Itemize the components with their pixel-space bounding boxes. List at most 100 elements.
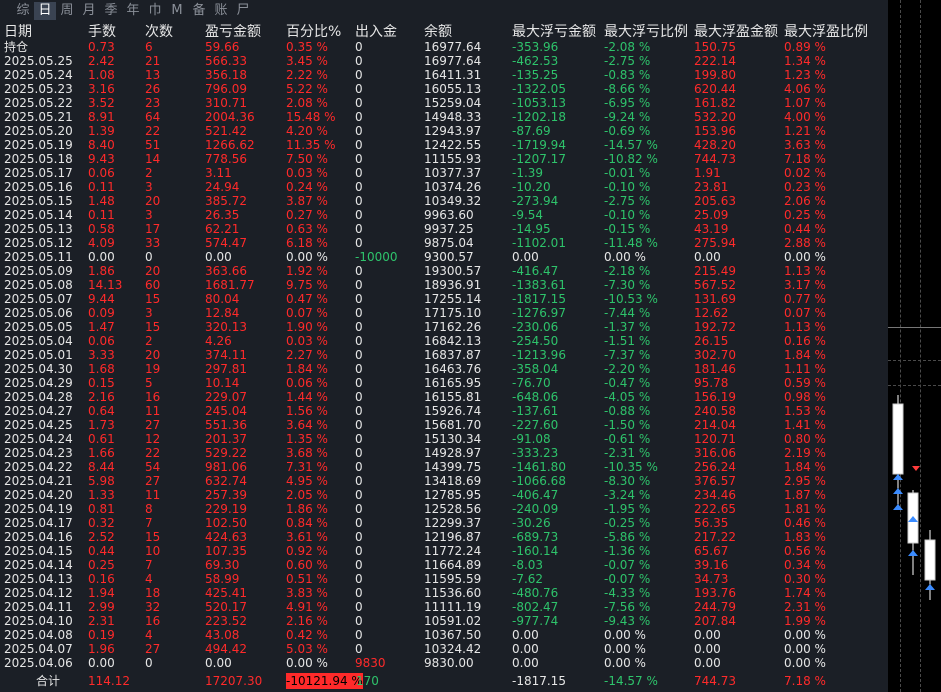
cell-lots: 1.39 [88, 124, 115, 138]
tab-0[interactable]: 综 [12, 2, 34, 20]
table-row[interactable]: 2025.05.04 0.06 2 4.26 0.03 % 0 16842.13 -254.5… [0, 334, 888, 348]
cell-max-loss-pct: -0.15 % [604, 222, 651, 236]
table-row[interactable]: 2025.05.13 0.58 17 62.21 0.63 % 0 9937.25 -14.9… [0, 222, 888, 236]
tab-3[interactable]: 月 [78, 2, 100, 20]
cell-percent: 2.22 % [286, 68, 328, 82]
tab-6[interactable]: 巾 [144, 2, 166, 20]
table-row[interactable]: 2025.04.28 2.16 16 229.07 1.44 % 0 16155.81 -64… [0, 390, 888, 404]
cell-date: 2025.05.23 [4, 82, 73, 96]
table-row[interactable]: 2025.04.24 0.61 12 201.37 1.35 % 0 15130.34 -91… [0, 432, 888, 446]
tab-5[interactable]: 年 [122, 2, 144, 20]
table-row[interactable]: 2025.04.30 1.68 19 297.81 1.84 % 0 16463.76 -35… [0, 362, 888, 376]
cell-max-loss: -648.06 [512, 390, 559, 404]
cell-profit: 0.00 [205, 656, 232, 670]
header-date[interactable]: 日期 [4, 24, 88, 40]
cell-percent: 3.45 % [286, 54, 328, 68]
header-max-loss-pct[interactable]: 最大浮亏比例 [604, 24, 694, 40]
table-row[interactable]: 2025.05.22 3.52 23 310.71 2.08 % 0 15259.04 -10… [0, 96, 888, 110]
cell-lots: 2.16 [88, 390, 115, 404]
table-row[interactable]: 2025.04.08 0.19 4 43.08 0.42 % 0 10367.50 0.00 0… [0, 628, 888, 642]
table-row[interactable]: 2025.04.11 2.99 32 520.17 4.91 % 0 11111.19 -80… [0, 600, 888, 614]
cell-deposit: 0 [355, 474, 363, 488]
table-row[interactable]: 2025.04.22 8.44 54 981.06 7.31 % 0 14399.75 -14… [0, 460, 888, 474]
cell-max-loss: -135.25 [512, 68, 559, 82]
table-row[interactable]: 2025.05.21 8.91 64 2004.36 15.48 % 0 14948.33 -… [0, 110, 888, 124]
cell-count: 4 [145, 628, 153, 642]
cell-max-profit: 131.69 [694, 292, 736, 306]
table-row[interactable]: 2025.04.15 0.44 10 107.35 0.92 % 0 11772.24 -16… [0, 544, 888, 558]
cell-lots: 0.06 [88, 334, 115, 348]
table-row[interactable]: 2025.04.20 1.33 11 257.39 2.05 % 0 12785.95 -40… [0, 488, 888, 502]
cell-balance: 16837.87 [424, 348, 482, 362]
table-row[interactable]: 2025.05.17 0.06 2 3.11 0.03 % 0 10377.37 -1.39 -… [0, 166, 888, 180]
table-row[interactable]: 2025.04.07 1.96 27 494.42 5.03 % 0 10324.42 0.0… [0, 642, 888, 656]
table-row[interactable]: 2025.04.21 5.98 27 632.74 4.95 % 0 13418.69 -10… [0, 474, 888, 488]
tab-9[interactable]: 账 [210, 2, 232, 20]
header-deposit[interactable]: 出入金 [355, 24, 424, 40]
table-row[interactable]: 2025.04.10 2.31 16 223.52 2.16 % 0 10591.02 -97… [0, 614, 888, 628]
cell-deposit: 0 [355, 362, 363, 376]
cell-max-loss-pct: -1.36 % [604, 544, 651, 558]
tab-7[interactable]: M [166, 2, 188, 20]
cell-max-profit-pct: 0.00 % [784, 642, 826, 656]
header-lots[interactable]: 手数 [88, 24, 145, 40]
table-row[interactable]: 2025.05.12 4.09 33 574.47 6.18 % 0 9875.04 -110… [0, 236, 888, 250]
table-row[interactable]: 2025.05.19 8.40 51 1266.62 11.35 % 0 12422.55 -… [0, 138, 888, 152]
cell-max-profit: 207.84 [694, 614, 736, 628]
cell-deposit: 0 [355, 82, 363, 96]
table-row[interactable]: 2025.05.23 3.16 26 796.09 5.22 % 0 16055.13 -13… [0, 82, 888, 96]
header-count[interactable]: 次数 [145, 24, 205, 40]
cell-max-loss-pct: -2.08 % [604, 40, 651, 54]
tab-1[interactable]: 日 [34, 2, 56, 20]
cell-date: 2025.05.18 [4, 152, 73, 166]
table-row[interactable]: 2025.05.18 9.43 14 778.56 7.50 % 0 11155.93 -12… [0, 152, 888, 166]
table-row[interactable]: 持仓 0.73 6 59.66 0.35 % 0 16977.64 -353.96 -2.08 … [0, 40, 888, 54]
cell-max-loss-pct: -7.30 % [604, 278, 651, 292]
cell-deposit: 0 [355, 236, 363, 250]
cell-deposit: 0 [355, 600, 363, 614]
table-row[interactable]: 2025.04.19 0.81 8 229.19 1.86 % 0 12528.56 -240… [0, 502, 888, 516]
table-row[interactable]: 2025.04.29 0.15 5 10.14 0.06 % 0 16165.95 -76.7… [0, 376, 888, 390]
table-row[interactable]: 2025.04.23 1.66 22 529.22 3.68 % 0 14928.97 -33… [0, 446, 888, 460]
table-row[interactable]: 2025.05.08 14.13 60 1681.77 9.75 % 0 18936.91 -… [0, 278, 888, 292]
table-row[interactable]: 2025.04.17 0.32 7 102.50 0.84 % 0 12299.37 -30.… [0, 516, 888, 530]
header-profit[interactable]: 盈亏金额 [205, 24, 286, 40]
candlestick-chart [892, 395, 936, 600]
table-row[interactable]: 2025.05.11 0.00 0 0.00 0.00 % -10000 9300.57 0.… [0, 250, 888, 264]
cell-max-loss-pct: -1.50 % [604, 418, 651, 432]
cell-max-profit: 214.04 [694, 418, 736, 432]
header-percent[interactable]: 百分比% [286, 24, 355, 40]
table-row[interactable]: 2025.05.06 0.09 3 12.84 0.07 % 0 17175.10 -1276… [0, 306, 888, 320]
table-row[interactable]: 2025.05.05 1.47 15 320.13 1.90 % 0 17162.26 -23… [0, 320, 888, 334]
table-row[interactable]: 2025.05.15 1.48 20 385.72 3.87 % 0 10349.32 -27… [0, 194, 888, 208]
table-row[interactable]: 2025.04.14 0.25 7 69.30 0.60 % 0 11664.89 -8.03… [0, 558, 888, 572]
table-row[interactable]: 2025.05.20 1.39 22 521.42 4.20 % 0 12943.97 -87… [0, 124, 888, 138]
table-row[interactable]: 2025.05.07 9.44 15 80.04 0.47 % 0 17255.14 -181… [0, 292, 888, 306]
table-row[interactable]: 2025.05.14 0.11 3 26.35 0.27 % 0 9963.60 -9.54 -… [0, 208, 888, 222]
table-row[interactable]: 2025.04.12 1.94 18 425.41 3.83 % 0 11536.60 -48… [0, 586, 888, 600]
table-row[interactable]: 2025.04.16 2.52 15 424.63 3.61 % 0 12196.87 -68… [0, 530, 888, 544]
table-row[interactable]: 2025.05.01 3.33 20 374.11 2.27 % 0 16837.87 -12… [0, 348, 888, 362]
cell-max-loss-pct: 0.00 % [604, 628, 646, 642]
tab-4[interactable]: 季 [100, 2, 122, 20]
table-row[interactable]: 2025.05.25 2.42 21 566.33 3.45 % 0 16977.64 -46… [0, 54, 888, 68]
table-row[interactable]: 2025.05.16 0.11 3 24.94 0.24 % 0 10374.26 -10.2… [0, 180, 888, 194]
cell-count: 16 [145, 390, 161, 404]
cell-date: 2025.04.08 [4, 628, 73, 642]
header-max-loss[interactable]: 最大浮亏金额 [512, 24, 604, 40]
tab-8[interactable]: 备 [188, 2, 210, 20]
table-row[interactable]: 2025.05.09 1.86 20 363.66 1.92 % 0 19300.57 -41… [0, 264, 888, 278]
table-row[interactable]: 2025.05.24 1.08 13 356.18 2.22 % 0 16411.31 -13… [0, 68, 888, 82]
table-row[interactable]: 2025.04.13 0.16 4 58.99 0.51 % 0 11595.59 -7.62… [0, 572, 888, 586]
cell-max-loss: -1066.68 [512, 474, 566, 488]
header-balance[interactable]: 余额 [424, 24, 512, 40]
table-row[interactable]: 2025.04.06 0.00 0 0.00 0.00 % 9830 9830.00 0.00… [0, 656, 888, 670]
tab-10[interactable]: 尸 [232, 2, 254, 20]
cell-max-profit-pct: 0.44 % [784, 222, 826, 236]
table-row[interactable]: 2025.04.25 1.73 27 551.36 3.64 % 0 15681.70 -22… [0, 418, 888, 432]
header-max-profit[interactable]: 最大浮盈金额 [694, 24, 784, 40]
tab-2[interactable]: 周 [56, 2, 78, 20]
header-max-profit-pct[interactable]: 最大浮盈比例 [784, 24, 884, 40]
cell-max-loss: -30.26 [512, 516, 551, 530]
table-row[interactable]: 2025.04.27 0.64 11 245.04 1.56 % 0 15926.74 -13… [0, 404, 888, 418]
